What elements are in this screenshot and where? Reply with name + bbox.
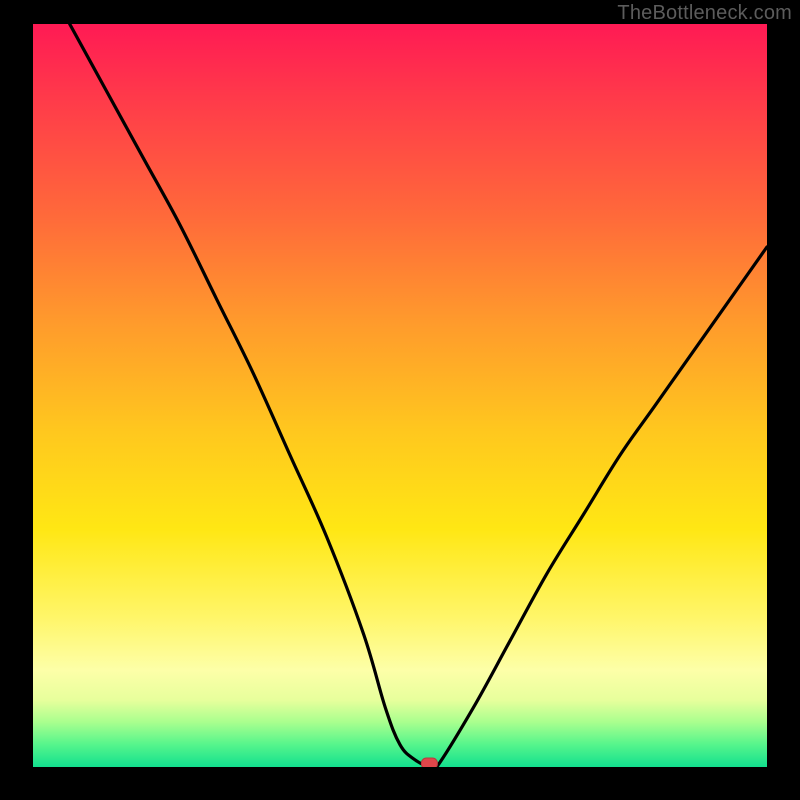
curve-svg bbox=[33, 24, 767, 767]
optimum-marker bbox=[421, 758, 437, 767]
bottleneck-curve bbox=[70, 24, 767, 767]
chart-frame: TheBottleneck.com bbox=[0, 0, 800, 800]
watermark-text: TheBottleneck.com bbox=[617, 2, 792, 25]
plot-area bbox=[33, 24, 767, 767]
